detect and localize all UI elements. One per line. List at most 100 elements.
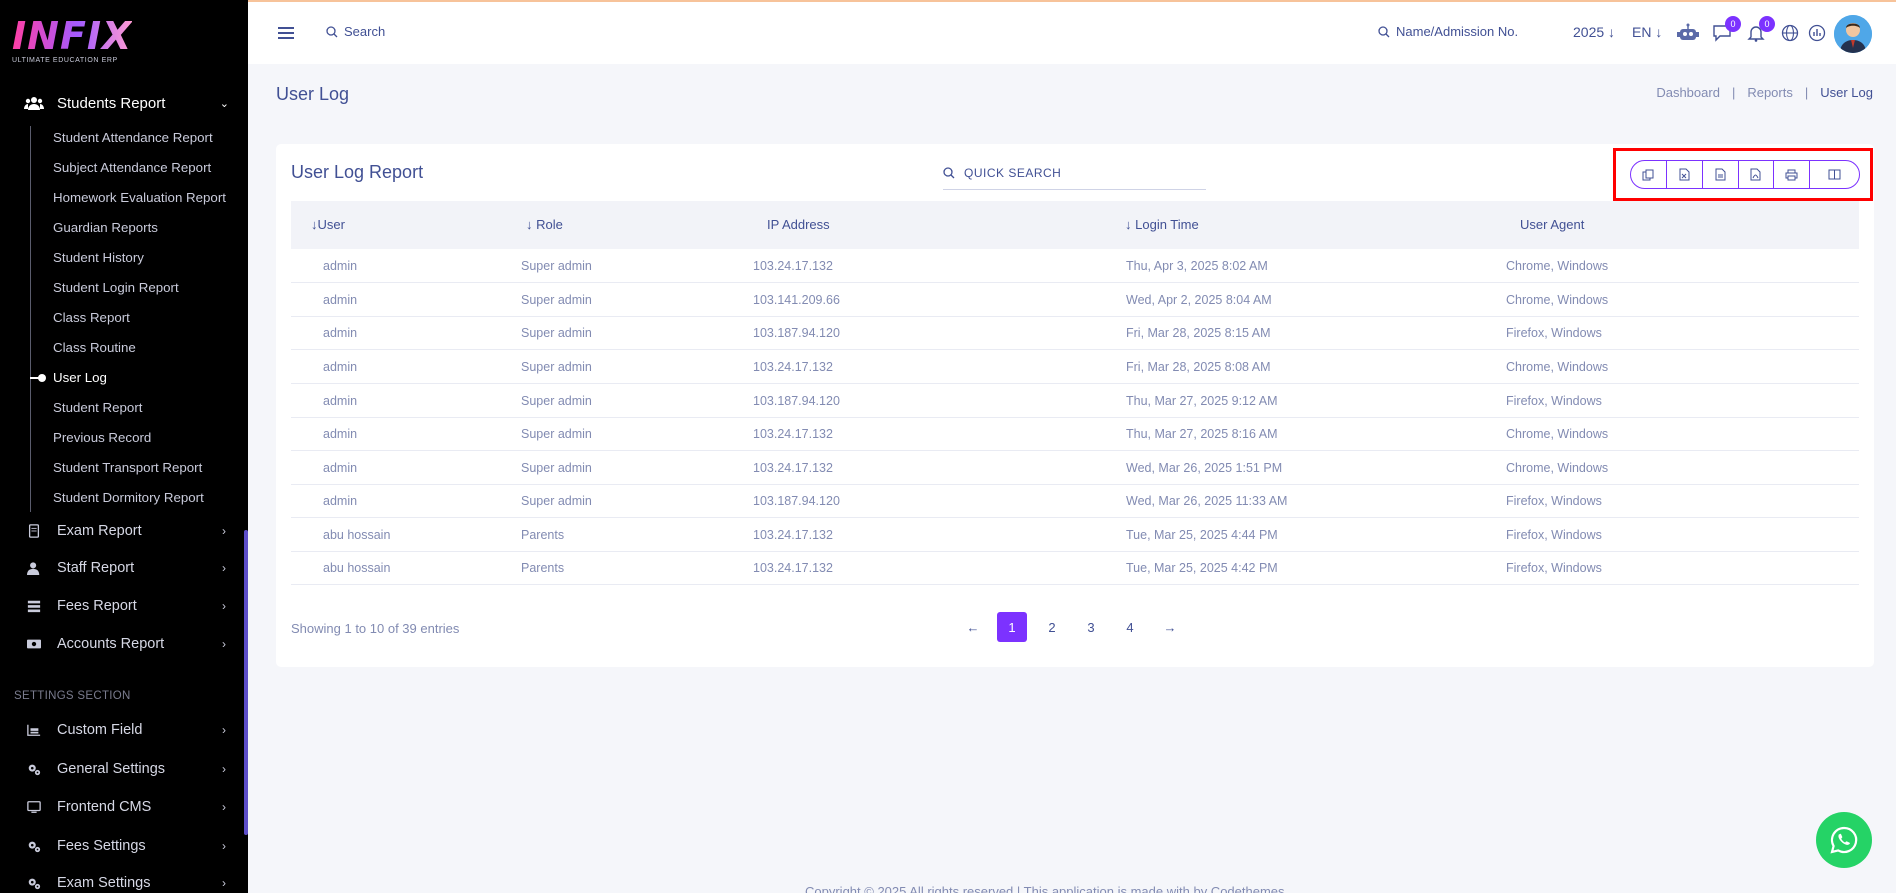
sidebar-sub-item[interactable]: Student Report [53,400,142,415]
sidebar-sub-item-user-log[interactable]: User Log [53,370,107,385]
column-header-user[interactable]: ↓User [311,217,345,232]
page-button-3[interactable]: 3 [1076,612,1106,642]
print-icon [1785,169,1798,180]
pagination: ← 1 2 3 4 → [276,612,1874,644]
sidebar-menu-custom-field[interactable]: Custom Field › [26,719,226,741]
robot-icon[interactable] [1677,22,1699,44]
cell-user-agent: Chrome, Windows [1506,259,1609,273]
sidebar-scrollbar[interactable] [244,530,248,835]
sidebar-menu-label: Custom Field [57,722,143,738]
sidebar-menu-frontend-cms[interactable]: Frontend CMS › [26,796,226,818]
print-button[interactable] [1774,161,1811,188]
hamburger-menu-icon[interactable] [278,27,294,39]
sidebar-menu-label: Fees Settings [57,838,146,854]
columns-icon [1828,169,1841,180]
language-selector[interactable]: EN ↓ [1632,24,1662,40]
year-value: 2025 [1573,24,1605,40]
sidebar-menu-fees-settings[interactable]: Fees Settings › [26,835,226,857]
table-row: admin Super admin 103.24.17.132 Wed, Mar… [291,451,1859,485]
column-header-user-agent[interactable]: User Agent [1520,217,1584,232]
cell-login-time: Thu, Mar 27, 2025 8:16 AM [1126,427,1278,441]
quick-search-input[interactable]: QUICK SEARCH [943,157,1206,190]
excel-button[interactable] [1667,161,1703,188]
copy-button[interactable] [1631,161,1667,188]
sidebar-menu-label: Exam Report [57,523,142,539]
user-log-card: User Log Report QUICK SEARCH ↓User ↓ Rol… [276,144,1874,667]
chevron-right-icon: › [222,599,226,613]
pdf-button[interactable] [1739,161,1775,188]
sort-arrow-icon: ↓ [526,217,537,232]
arrow-left-icon: ← [966,619,980,635]
cms-icon [27,801,41,813]
cell-user: admin [323,494,358,508]
column-label: User [317,217,345,232]
page-button-4[interactable]: 4 [1115,612,1145,642]
cell-user: admin [323,293,358,307]
cell-user-agent: Firefox, Windows [1506,494,1602,508]
cell-user-agent: Firefox, Windows [1506,561,1602,575]
analytics-icon[interactable] [1806,22,1828,44]
sidebar-sub-item[interactable]: Student Dormitory Report [53,490,204,505]
column-header-login-time[interactable]: ↓ Login Time [1125,217,1199,232]
cell-role: Super admin [521,360,592,374]
sidebar-menu-general-settings[interactable]: General Settings › [26,758,226,780]
whatsapp-button[interactable] [1816,812,1872,868]
table-row: admin Super admin 103.187.94.120 Fri, Ma… [291,316,1859,350]
arrow-right-icon: → [1163,619,1177,635]
cell-user: admin [323,427,358,441]
sidebar-sub-item[interactable]: Class Report [53,310,130,325]
globe-icon[interactable] [1779,22,1801,44]
sidebar-menu-students-report[interactable]: Students Report ⌄ [24,91,229,115]
logo-text: INFIX [12,14,133,58]
csv-button[interactable] [1703,161,1739,188]
chat-icon[interactable]: 0 [1711,16,1741,44]
page-title: User Log [276,84,350,104]
sidebar-sub-item[interactable]: Student Login Report [53,280,179,295]
cell-login-time: Wed, Mar 26, 2025 11:33 AM [1126,494,1288,508]
sidebar-sub-item[interactable]: Class Routine [53,340,136,355]
sidebar-sub-item[interactable]: Previous Record [53,430,151,445]
gears-icon [28,764,41,776]
sort-arrow-icon: ↓ [1125,217,1136,232]
sidebar-menu-fees-report[interactable]: Fees Report › [26,595,226,617]
page-button-1[interactable]: 1 [997,612,1027,642]
sidebar-sub-item[interactable]: Student Attendance Report [53,130,213,145]
year-selector[interactable]: 2025 ↓ [1573,24,1615,40]
exam-icon [28,524,40,538]
cell-role: Super admin [521,293,592,307]
sidebar-menu-exam-report[interactable]: Exam Report › [26,520,226,542]
sidebar-sub-item[interactable]: Student Transport Report [53,460,202,475]
columns-button[interactable] [1810,161,1859,188]
report-title: User Log Report [291,162,424,182]
page-button-2[interactable]: 2 [1037,612,1067,642]
footer-copyright: Copyright © 2025 All rights reserved | T… [805,884,1285,893]
sidebar-sub-item[interactable]: Student History [53,250,144,265]
chevron-right-icon: › [222,839,226,853]
bell-icon[interactable]: 0 [1745,16,1775,44]
breadcrumb-reports[interactable]: Reports [1747,85,1793,100]
sidebar-menu-label: Frontend CMS [57,799,152,815]
sidebar: INFIX ULTIMATE EDUCATION ERP Students Re… [0,0,248,893]
prev-page-button[interactable]: ← [958,612,988,642]
cell-ip: 103.24.17.132 [753,461,833,475]
sidebar-sub-item[interactable]: Guardian Reports [53,220,158,235]
column-header-ip-address[interactable]: IP Address [767,217,830,232]
logo[interactable]: INFIX ULTIMATE EDUCATION ERP [12,16,132,70]
avatar[interactable] [1834,15,1872,53]
student-search[interactable]: Name/Admission No. [1378,24,1518,39]
breadcrumb-dashboard[interactable]: Dashboard [1656,85,1720,100]
sidebar-menu-staff-report[interactable]: Staff Report › [26,557,226,579]
cell-user-agent: Chrome, Windows [1506,461,1609,475]
cell-user-agent: Chrome, Windows [1506,293,1609,307]
sidebar-sub-item[interactable]: Homework Evaluation Report [53,190,226,205]
header-search[interactable]: Search [326,24,385,39]
cell-role: Super admin [521,394,592,408]
sidebar-menu-exam-settings[interactable]: Exam Settings › [26,872,226,893]
export-toolbar [1630,160,1860,189]
next-page-button[interactable]: → [1155,612,1185,642]
sidebar-sub-item[interactable]: Subject Attendance Report [53,160,211,175]
breadcrumb-separator: | [1731,85,1736,100]
column-header-role[interactable]: ↓ Role [526,217,563,232]
sidebar-menu-accounts-report[interactable]: Accounts Report › [26,633,226,655]
submenu-line [30,126,31,512]
